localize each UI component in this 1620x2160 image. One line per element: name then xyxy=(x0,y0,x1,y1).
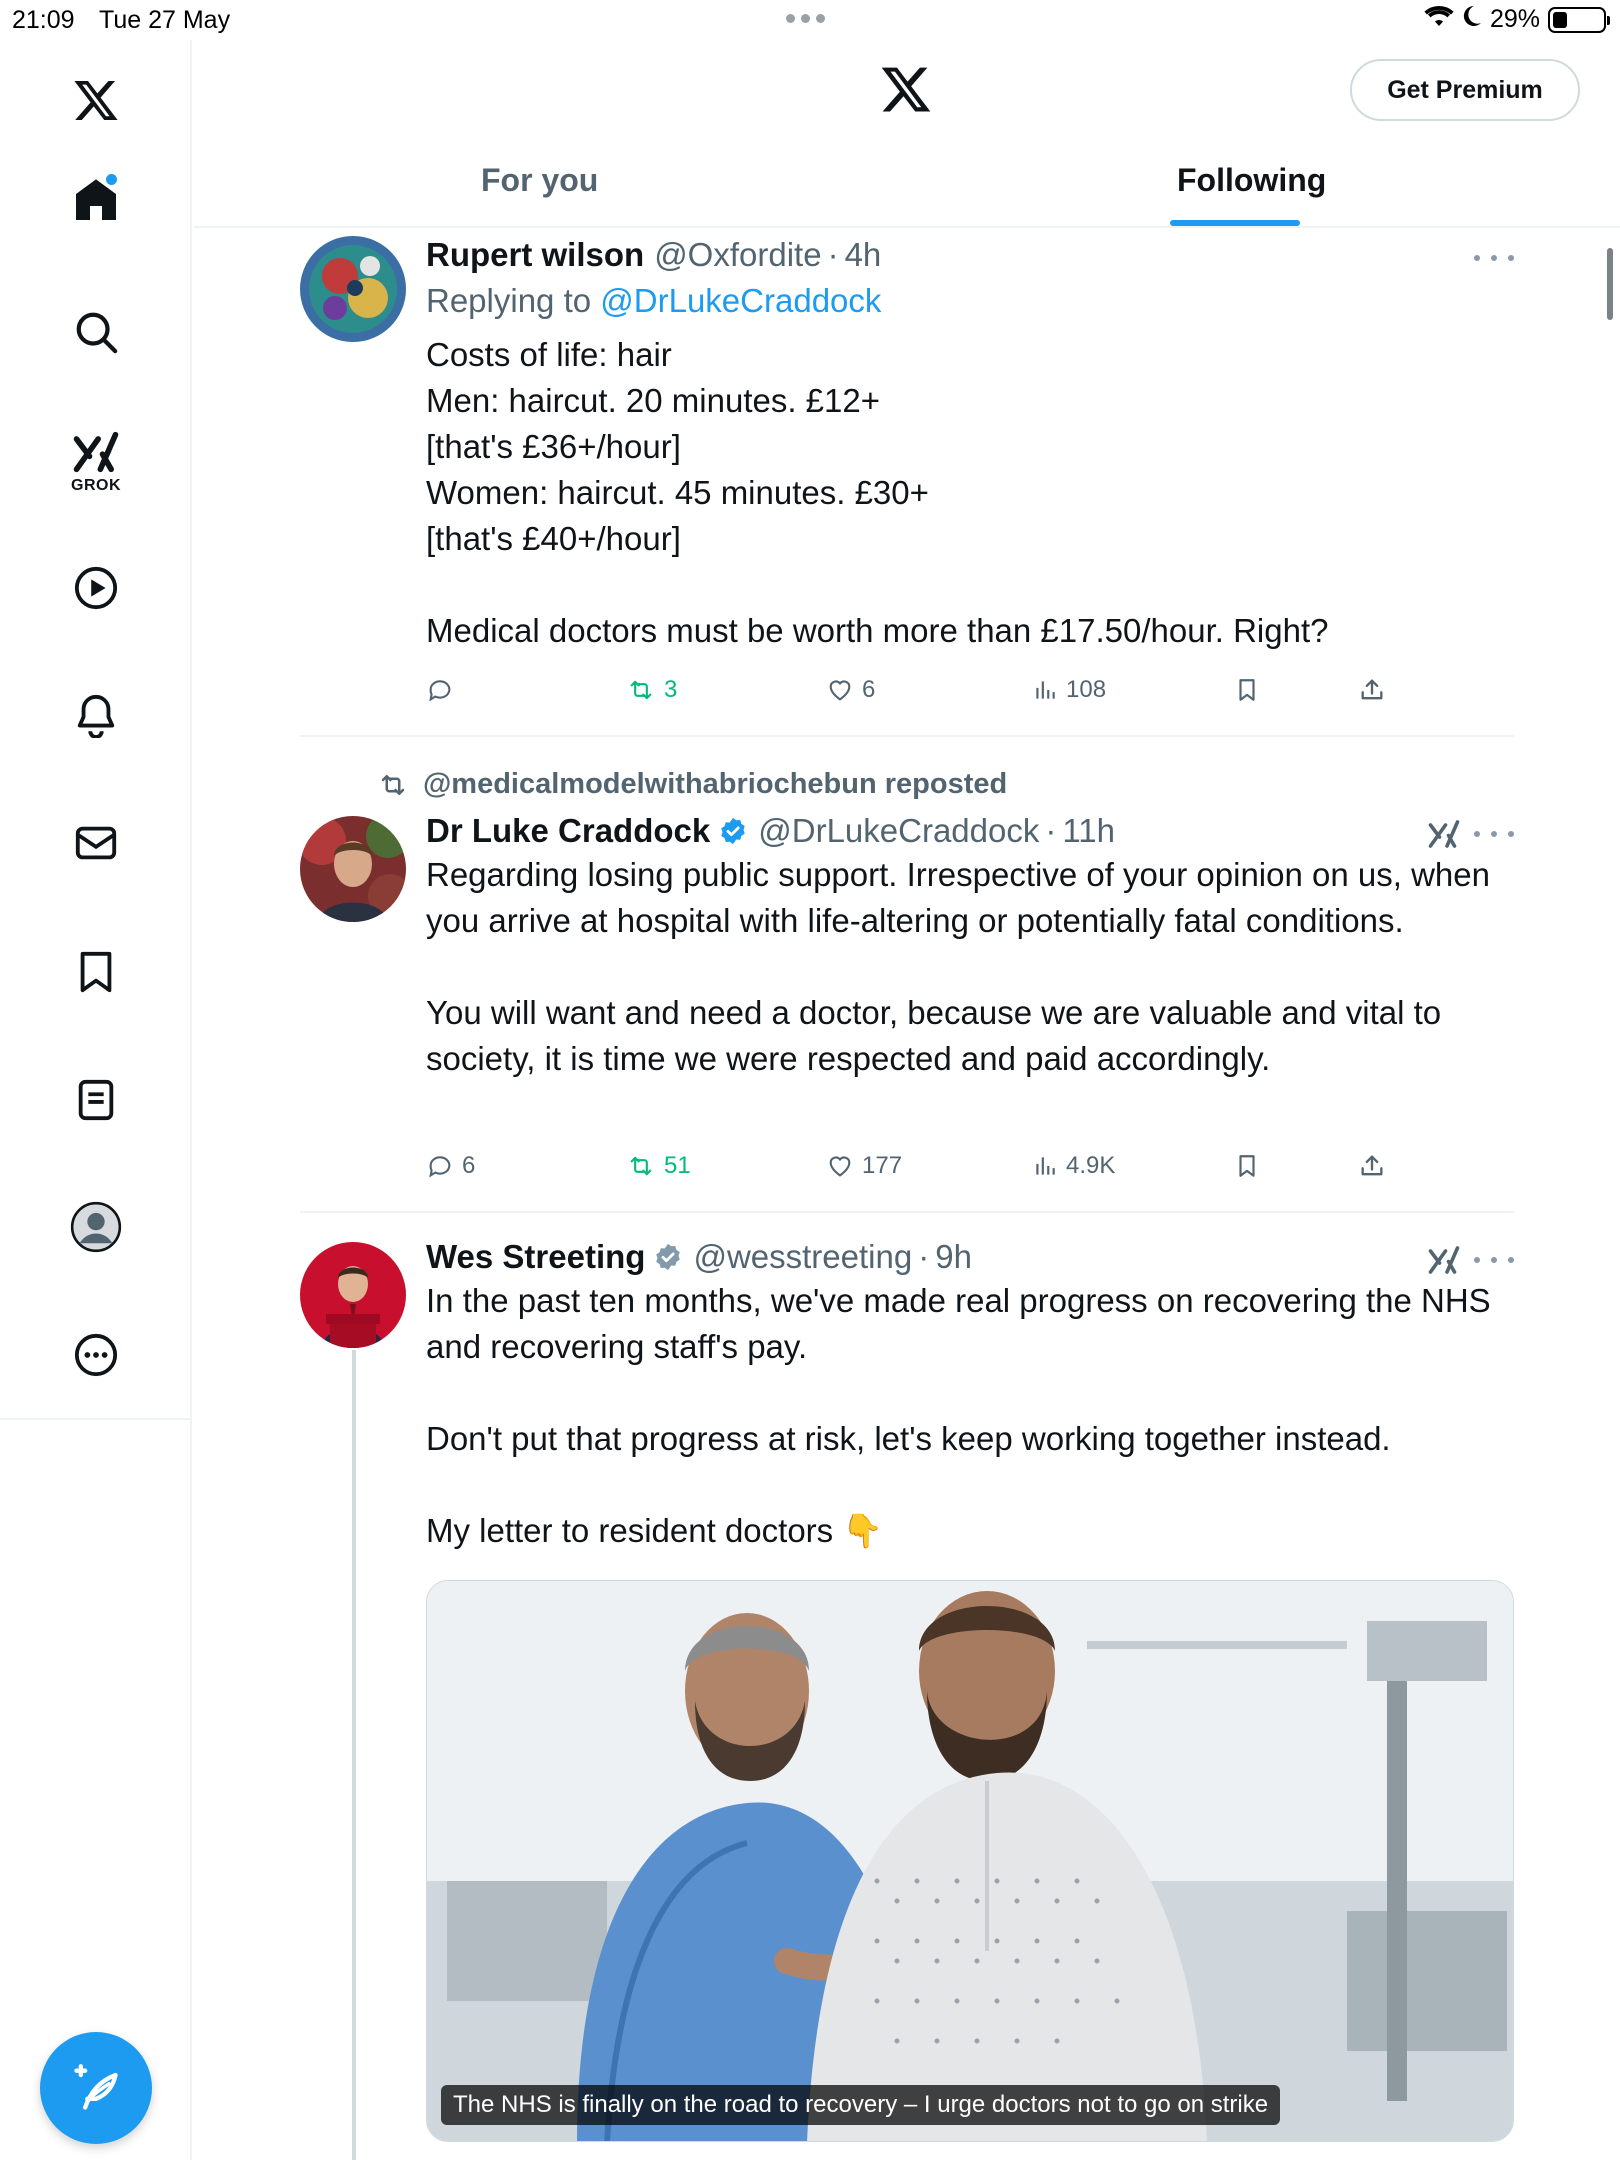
sidebar-divider xyxy=(0,1418,192,1420)
battery-icon xyxy=(1548,6,1610,33)
replying-mention[interactable]: @DrLukeCraddock xyxy=(600,282,881,319)
more-options-icon[interactable] xyxy=(1474,248,1514,268)
status-bar: 21:09 Tue 27 May 29% xyxy=(0,0,1620,40)
grok-icon[interactable] xyxy=(66,422,126,482)
post-separator xyxy=(300,1211,1514,1213)
grok-explain-icon[interactable] xyxy=(1426,816,1462,857)
like-button[interactable]: 6 xyxy=(826,676,875,704)
bookmark-button[interactable] xyxy=(1234,1152,1260,1180)
grok-explain-icon[interactable] xyxy=(1426,1242,1462,1283)
views-button[interactable]: 108 xyxy=(1032,676,1106,704)
repost-button[interactable]: 3 xyxy=(626,676,677,704)
post-luke-craddock[interactable]: Dr Luke Craddock @DrLukeCraddock · 11h R… xyxy=(300,812,1514,1192)
get-premium-button[interactable]: Get Premium xyxy=(1350,59,1580,121)
post-author-line: Wes Streeting @wesstreeting · 9h xyxy=(426,1238,972,1276)
share-icon xyxy=(1361,679,1383,700)
bell-icon[interactable] xyxy=(66,685,126,745)
reply-button[interactable] xyxy=(426,676,462,704)
wifi-icon xyxy=(1424,4,1454,35)
multitasking-dots[interactable] xyxy=(786,14,825,23)
compose-feather-icon xyxy=(74,2064,118,2110)
bookmark-icon xyxy=(1239,679,1255,701)
author-name[interactable]: Wes Streeting xyxy=(426,1238,645,1276)
more-icon[interactable] xyxy=(66,1325,126,1385)
post-text: Regarding losing public support. Irrespe… xyxy=(426,856,1490,1077)
status-indicators: 29% xyxy=(1424,4,1610,35)
post-rupert-wilson[interactable]: Rupert wilson @Oxfordite · 4h Replying t… xyxy=(300,236,1514,716)
post-time[interactable]: 4h xyxy=(845,236,882,274)
views-icon xyxy=(1036,1157,1055,1175)
tab-for-you[interactable]: For you xyxy=(481,162,598,199)
post-time[interactable]: 9h xyxy=(935,1238,972,1276)
video-icon[interactable] xyxy=(66,558,126,618)
reply-icon xyxy=(429,1156,451,1178)
share-button[interactable] xyxy=(1358,676,1386,704)
replying-to: Replying to @DrLukeCraddock xyxy=(426,282,882,319)
author-name[interactable]: Dr Luke Craddock xyxy=(426,812,710,850)
author-handle[interactable]: @Oxfordite xyxy=(654,236,821,274)
repost-icon xyxy=(630,1156,652,1176)
verified-badge-icon xyxy=(718,816,748,846)
active-tab-indicator xyxy=(1170,220,1300,226)
repost-icon xyxy=(630,680,652,700)
timeline-header: Get Premium For you Following xyxy=(194,40,1620,228)
author-name[interactable]: Rupert wilson xyxy=(426,236,644,274)
avatar[interactable] xyxy=(300,236,406,342)
author-handle[interactable]: @DrLukeCraddock xyxy=(758,812,1039,850)
share-button[interactable] xyxy=(1358,1152,1386,1180)
x-logo-center[interactable] xyxy=(878,62,934,121)
post-actions: 3 6 108 xyxy=(300,676,1514,716)
post-text: In the past ten months, we've made real … xyxy=(426,1282,1491,1549)
verified-badge-icon xyxy=(653,1242,683,1272)
home-icon[interactable] xyxy=(66,170,126,230)
views-icon xyxy=(1036,681,1055,699)
bookmark-icon xyxy=(1239,1155,1255,1177)
views-button[interactable]: 4.9K xyxy=(1032,1152,1115,1180)
post-actions: 6 51 177 4.9K xyxy=(300,1152,1514,1192)
heart-icon xyxy=(829,1156,851,1177)
status-date: Tue 27 May xyxy=(99,6,231,34)
more-options-icon[interactable] xyxy=(1474,1250,1514,1270)
like-button[interactable]: 177 xyxy=(826,1152,902,1180)
search-icon[interactable] xyxy=(66,302,126,362)
avatar[interactable] xyxy=(300,816,406,922)
repost-icon xyxy=(381,774,405,795)
more-options-icon[interactable] xyxy=(1474,824,1514,844)
doctor-patient-photo xyxy=(427,1581,1513,2141)
repost-by-label[interactable]: @medicalmodelwithabriochebun reposted xyxy=(423,768,1007,801)
battery-percent: 29% xyxy=(1489,5,1540,33)
compose-button[interactable] xyxy=(40,2032,152,2144)
mail-icon[interactable] xyxy=(66,813,126,873)
reply-button[interactable]: 6 xyxy=(426,1152,475,1180)
post-separator xyxy=(300,735,1514,737)
media-caption: The NHS is finally on the road to recove… xyxy=(441,2085,1281,2125)
post-text: Costs of life: hair Men: haircut. 20 min… xyxy=(426,336,1329,649)
scrollbar[interactable] xyxy=(1607,248,1613,320)
moon-icon xyxy=(1462,5,1482,34)
heart-icon xyxy=(829,680,851,701)
status-time: 21:09 xyxy=(12,6,75,34)
repost-context: @medicalmodelwithabriochebun reposted xyxy=(375,768,1007,801)
author-handle[interactable]: @wesstreeting xyxy=(693,1238,912,1276)
share-icon xyxy=(1361,1155,1383,1176)
profile-icon[interactable] xyxy=(66,1197,126,1257)
post-time[interactable]: 11h xyxy=(1062,812,1115,850)
reply-icon xyxy=(429,680,451,702)
x-logo[interactable] xyxy=(66,70,126,130)
grok-label: GROK xyxy=(71,477,121,494)
home-notification-dot xyxy=(106,174,117,185)
post-author-line: Rupert wilson @Oxfordite · 4h xyxy=(426,236,882,274)
bookmark-icon[interactable] xyxy=(66,942,126,1002)
post-author-line: Dr Luke Craddock @DrLukeCraddock · 11h xyxy=(426,812,1115,850)
bookmark-button[interactable] xyxy=(1234,676,1260,704)
tab-following[interactable]: Following xyxy=(1177,162,1326,199)
repost-button[interactable]: 51 xyxy=(626,1152,691,1180)
sidebar: GROK xyxy=(0,40,192,2160)
lists-icon[interactable] xyxy=(66,1070,126,1130)
post-media-image[interactable]: The NHS is finally on the road to recove… xyxy=(426,1580,1514,2142)
avatar[interactable] xyxy=(300,1242,406,1348)
